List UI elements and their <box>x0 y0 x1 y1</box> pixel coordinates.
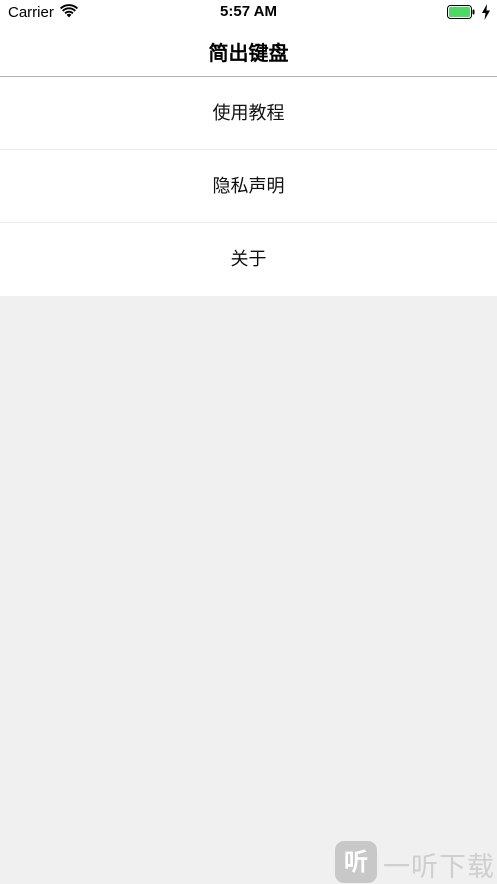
charging-icon <box>482 4 490 20</box>
watermark-text: 一听下载 <box>383 852 495 883</box>
battery-icon <box>447 5 475 19</box>
status-bar: Carrier 5:57 AM <box>0 0 497 26</box>
watermark: 听 一听下载 <box>335 841 497 883</box>
menu-item-tutorial[interactable]: 使用教程 <box>0 77 497 150</box>
watermark-logo-icon: 听 <box>335 841 377 883</box>
navigation-bar: 简出键盘 <box>0 26 497 77</box>
status-time: 5:57 AM <box>220 3 277 20</box>
menu-item-about[interactable]: 关于 <box>0 223 497 296</box>
menu-item-privacy[interactable]: 隐私声明 <box>0 150 497 223</box>
page-title: 简出键盘 <box>208 41 289 65</box>
menu-list: 使用教程 隐私声明 关于 <box>0 77 497 296</box>
